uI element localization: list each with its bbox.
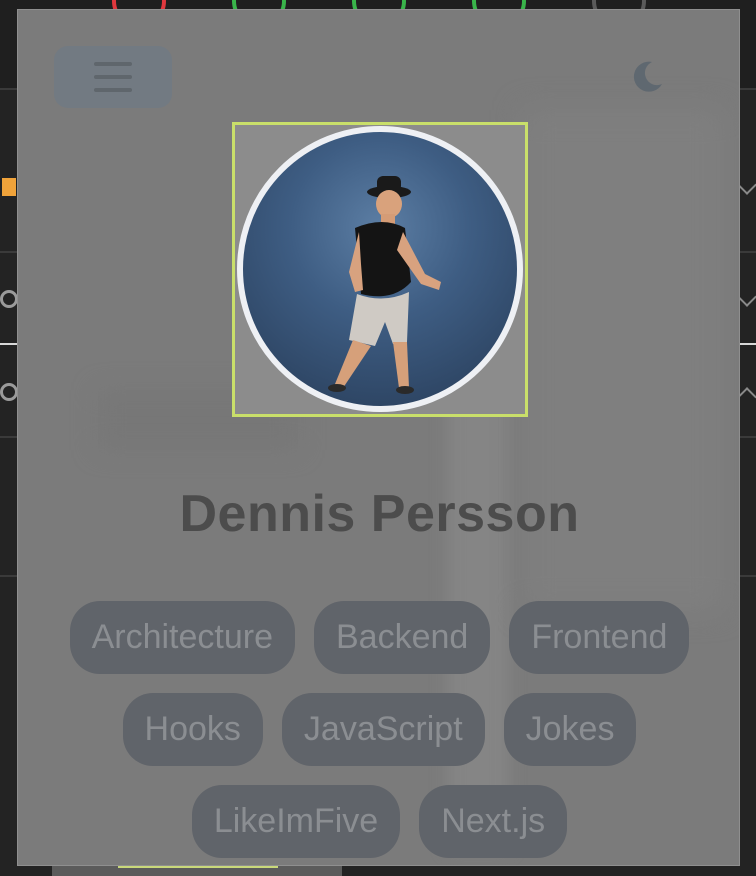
profile-page-overlay: Dennis Persson Architecture Backend Fron… xyxy=(17,9,740,866)
profile-photo xyxy=(328,176,441,394)
hamburger-menu-icon xyxy=(94,62,132,92)
moon-icon[interactable] xyxy=(628,58,666,96)
tag-frontend[interactable]: Frontend xyxy=(509,601,690,674)
tag-javascript[interactable]: JavaScript xyxy=(281,693,485,766)
orange-marker-icon xyxy=(2,178,16,196)
tag-architecture[interactable]: Architecture xyxy=(69,601,295,674)
tag-backend[interactable]: Backend xyxy=(313,601,491,674)
avatar xyxy=(237,126,523,412)
tag-nextjs[interactable]: Next.js xyxy=(419,785,568,858)
avatar-frame xyxy=(232,122,528,417)
radio-circle-icon[interactable] xyxy=(0,383,18,401)
tag-hooks[interactable]: Hooks xyxy=(122,693,263,766)
profile-name: Dennis Persson xyxy=(179,485,580,543)
radio-circle-icon[interactable] xyxy=(0,290,18,308)
menu-button[interactable] xyxy=(54,46,172,108)
tag-jokes[interactable]: Jokes xyxy=(503,693,637,766)
tag-likeimfive[interactable]: LikeImFive xyxy=(191,785,401,858)
tag-list: Architecture Backend Frontend Hooks Java… xyxy=(58,601,701,858)
